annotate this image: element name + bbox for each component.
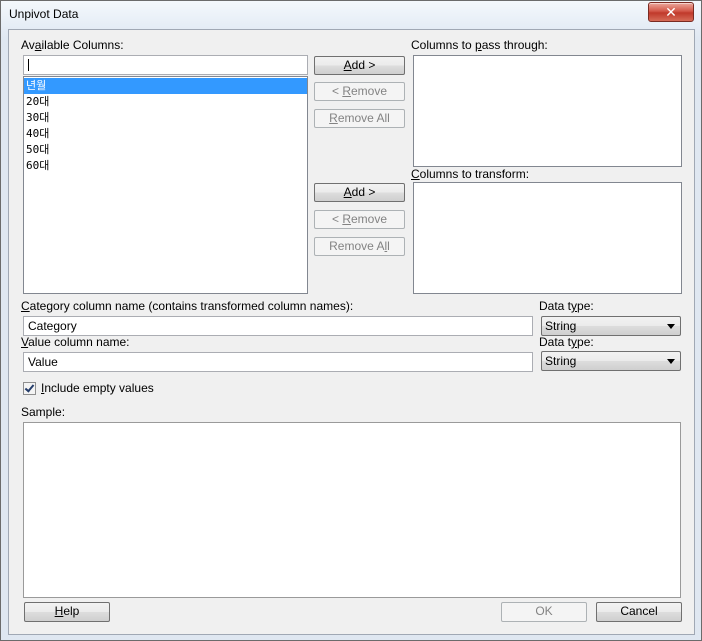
pass-through-label: Columns to pass through: [411,38,548,52]
available-column-item[interactable]: 20대 [24,94,307,110]
value-column-input[interactable]: Value [23,352,533,372]
close-button[interactable]: ✕ [648,2,694,22]
ok-button[interactable]: OK [501,602,587,622]
category-column-input[interactable]: Category [23,316,533,336]
sample-label: Sample: [21,405,66,419]
remove-pass-through-button[interactable]: < Remove [314,82,405,101]
remove-transform-button[interactable]: < Remove [314,210,405,229]
category-column-label: Category column name (contains transform… [21,299,354,313]
window-title: Unpivot Data [9,7,79,21]
available-columns-filter-input[interactable] [23,55,308,75]
available-column-item[interactable]: 30대 [24,110,307,126]
value-data-type-label: Data type: [539,335,594,349]
remove-all-pass-through-button[interactable]: Remove All [314,109,405,128]
unpivot-dialog: Unpivot Data ✕ Available Columns: 년월 20대 3… [0,0,702,641]
add-pass-through-button[interactable]: Add > [314,56,405,75]
available-column-item[interactable]: 40대 [24,126,307,142]
category-data-type-select[interactable]: String [541,316,681,336]
close-icon: ✕ [665,4,677,20]
help-button[interactable]: Help [24,602,110,622]
include-empty-values-checkbox[interactable] [23,382,36,395]
sample-area [23,422,681,598]
cancel-button[interactable]: Cancel [596,602,682,622]
pass-through-list[interactable] [413,55,682,167]
value-column-label: Value column name: [21,335,130,349]
value-data-type-select[interactable]: String [541,351,681,371]
transform-label: Columns to transform: [411,167,530,181]
checkmark-icon [24,382,35,393]
chevron-down-icon [667,324,675,329]
chevron-down-icon [667,359,675,364]
available-column-item[interactable]: 년월 [24,78,307,94]
title-bar[interactable]: Unpivot Data ✕ [1,1,701,29]
dialog-client-area: Available Columns: 년월 20대 30대 40대 50대 60대 Add… [8,29,695,635]
remove-all-transform-button[interactable]: Remove All [314,237,405,256]
category-data-type-label: Data type: [539,299,594,313]
available-column-item[interactable]: 50대 [24,142,307,158]
text-caret [28,59,29,71]
include-empty-values-label[interactable]: Include empty values [41,381,154,395]
available-columns-label: Available Columns: [21,38,124,52]
add-transform-button[interactable]: Add > [314,183,405,202]
available-columns-list[interactable]: 년월 20대 30대 40대 50대 60대 [23,76,308,294]
available-column-item[interactable]: 60대 [24,158,307,174]
transform-list[interactable] [413,182,682,294]
